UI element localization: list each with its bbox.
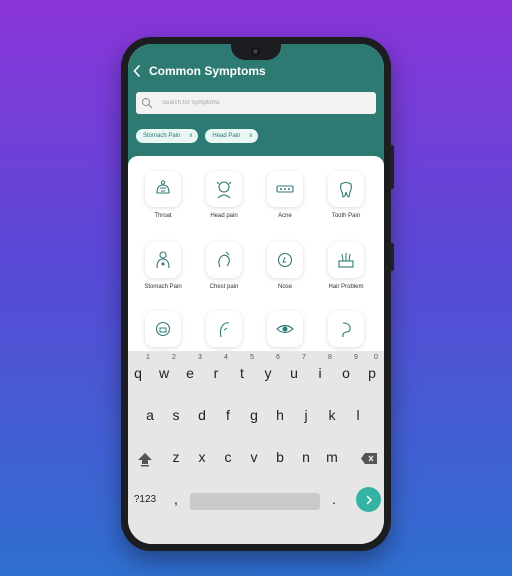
key-n[interactable]: n: [298, 449, 314, 465]
key-p[interactable]: p: [364, 365, 380, 381]
chip-head-pain[interactable]: Head Pain x: [205, 129, 259, 143]
key-s[interactable]: s: [168, 407, 184, 423]
mouth-icon: [155, 321, 171, 337]
symptom-item[interactable]: [316, 311, 376, 347]
chip-remove-icon[interactable]: x: [249, 133, 252, 139]
symptom-item[interactable]: [133, 311, 193, 347]
key-c[interactable]: c: [220, 449, 236, 465]
key-f[interactable]: f: [220, 407, 236, 423]
page-title: Common Symptoms: [149, 64, 266, 78]
key-m[interactable]: m: [324, 449, 340, 465]
search-input[interactable]: [160, 99, 374, 107]
symptom-label: Head pain: [210, 213, 238, 219]
key-t[interactable]: t: [234, 365, 250, 381]
app-header: Common Symptoms: [128, 60, 384, 82]
key-k[interactable]: k: [324, 407, 340, 423]
key-hint: 2: [172, 354, 176, 361]
phone-screen: Common Symptoms Stomach Pain x Head Pain…: [128, 44, 384, 544]
key-q[interactable]: q: [130, 365, 146, 381]
symptom-tooth-pain[interactable]: Tooth Pain: [316, 171, 376, 220]
key-z[interactable]: z: [168, 449, 184, 465]
shift-icon[interactable]: [136, 450, 154, 468]
chest-pain-icon: [218, 251, 230, 268]
key-hint: 6: [276, 354, 280, 361]
key-hint: 1: [146, 354, 150, 361]
key-w[interactable]: w: [156, 365, 172, 381]
throat-icon: [156, 180, 170, 194]
chevron-left-icon: [133, 65, 140, 77]
symptom-label: Acne: [278, 213, 292, 219]
symptom-chest-pain[interactable]: Chest pain: [194, 242, 254, 291]
chip-stomach-pain[interactable]: Stomach Pain x: [136, 129, 199, 143]
search-bar[interactable]: [136, 92, 376, 114]
enter-button[interactable]: [356, 487, 381, 512]
key-e[interactable]: e: [182, 365, 198, 381]
symptom-item[interactable]: [194, 311, 254, 347]
space-bar[interactable]: [190, 493, 320, 510]
key-hint: 5: [250, 354, 254, 361]
skin-icon: [219, 322, 230, 338]
period-key[interactable]: .: [326, 491, 342, 507]
key-l[interactable]: l: [350, 407, 366, 423]
phone-frame: Common Symptoms Stomach Pain x Head Pain…: [121, 37, 394, 551]
key-o[interactable]: o: [338, 365, 354, 381]
chevron-right-icon: [366, 495, 372, 504]
key-a[interactable]: a: [142, 407, 158, 423]
volume-button: [390, 145, 394, 189]
symptom-nose[interactable]: Nose: [255, 242, 315, 291]
key-hint: 8: [328, 354, 332, 361]
symptom-hair-problem[interactable]: Hair Problem: [316, 242, 376, 291]
chip-label: Stomach Pain: [143, 133, 181, 139]
symptom-head-pain[interactable]: Head pain: [194, 171, 254, 220]
key-u[interactable]: u: [286, 365, 302, 381]
key-g[interactable]: g: [246, 407, 262, 423]
key-hint: 4: [224, 354, 228, 361]
key-y[interactable]: y: [260, 365, 276, 381]
backspace-icon[interactable]: [360, 452, 378, 465]
chip-remove-icon[interactable]: x: [189, 133, 192, 139]
key-b[interactable]: b: [272, 449, 288, 465]
symptom-label: Stomach Pain: [144, 284, 182, 290]
symptom-item[interactable]: [255, 311, 315, 347]
power-button: [390, 243, 394, 271]
key-hint: 9: [354, 354, 358, 361]
mode-key[interactable]: ?123: [130, 494, 160, 505]
key-hint: 3: [198, 354, 202, 361]
key-d[interactable]: d: [194, 407, 210, 423]
key-x[interactable]: x: [194, 449, 210, 465]
key-h[interactable]: h: [272, 407, 288, 423]
key-j[interactable]: j: [298, 407, 314, 423]
symptom-label: Throat: [154, 213, 172, 219]
symptom-label: Chest pain: [209, 284, 239, 290]
acne-icon: [276, 185, 294, 193]
key-hint: 0: [374, 354, 378, 361]
back-button[interactable]: [130, 60, 144, 82]
key-r[interactable]: r: [208, 365, 224, 381]
tooth-icon: [340, 181, 352, 198]
symptom-grid: Throat Head pain Acne Tooth Pain Stomach…: [128, 156, 384, 364]
key-hint: 7: [302, 354, 306, 361]
selected-symptoms: Stomach Pain x Head Pain x: [136, 129, 259, 143]
comma-key[interactable]: ,: [168, 491, 184, 507]
nose-icon: [277, 252, 293, 268]
stomach-pain-icon: [156, 251, 170, 269]
key-i[interactable]: i: [312, 365, 328, 381]
symptom-acne[interactable]: Acne: [255, 171, 315, 220]
symptom-stomach-pain[interactable]: Stomach Pain: [133, 242, 193, 291]
soft-keyboard: 1 2 3 4 5 6 7 8 9 0 q w e r t y u i o p …: [128, 351, 384, 544]
head-pain-icon: [216, 181, 232, 199]
chip-label: Head Pain: [212, 133, 241, 139]
key-v[interactable]: v: [246, 449, 262, 465]
notch: [231, 44, 281, 60]
front-camera: [251, 47, 260, 56]
symptom-throat[interactable]: Throat: [133, 171, 193, 220]
symptom-label: Tooth Pain: [331, 213, 361, 219]
symptom-label: Hair Problem: [328, 284, 364, 290]
search-icon: [141, 97, 153, 109]
hair-problem-icon: [338, 253, 354, 268]
eye-icon: [276, 324, 294, 334]
symptom-label: Nose: [277, 284, 292, 290]
intestine-icon: [342, 322, 351, 338]
